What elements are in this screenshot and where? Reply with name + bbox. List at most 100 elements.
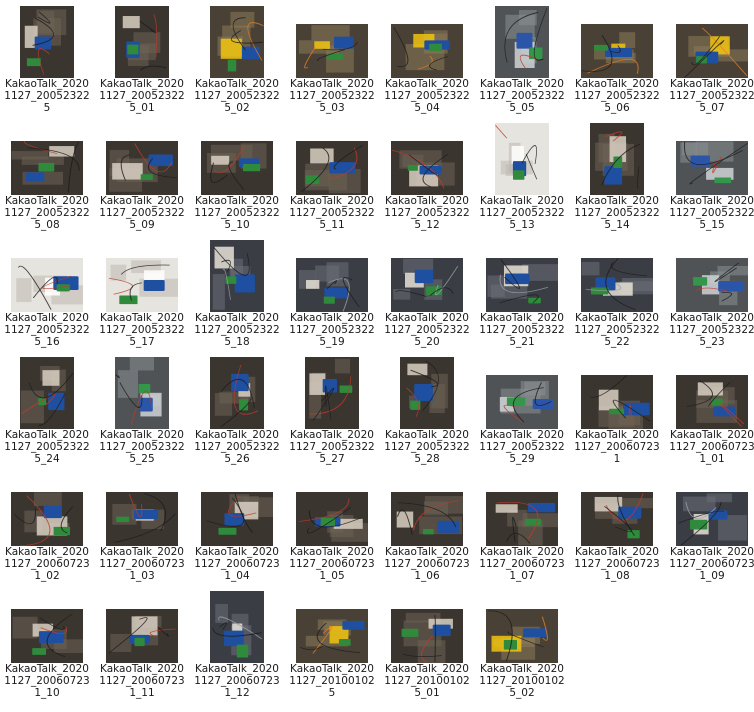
file-item[interactable]: KakaoTalk_2020 1127_20052322 5_02 [192, 0, 282, 116]
file-item[interactable]: KakaoTalk_2020 1127_20052322 5_19 [287, 234, 377, 350]
image-thumbnail[interactable] [11, 492, 83, 546]
file-item[interactable]: KakaoTalk_2020 1127_20060723 1_09 [667, 468, 754, 584]
image-thumbnail[interactable] [115, 357, 169, 429]
image-thumbnail[interactable] [210, 357, 264, 429]
image-thumbnail[interactable] [20, 6, 74, 78]
file-item[interactable]: KakaoTalk_2020 1127_20052322 5_03 [287, 0, 377, 116]
image-thumbnail[interactable] [296, 258, 368, 312]
file-item[interactable]: KakaoTalk_2020 1127_20100102 5 [287, 585, 377, 701]
image-thumbnail[interactable] [676, 258, 748, 312]
file-name-line: 1127_20060723 [194, 675, 280, 687]
file-item[interactable]: KakaoTalk_2020 1127_20052322 5_05 [477, 0, 567, 116]
file-item[interactable]: KakaoTalk_2020 1127_20060723 1_11 [97, 585, 187, 701]
file-name: KakaoTalk_2020 1127_20052322 5_29 [477, 429, 567, 465]
image-thumbnail[interactable] [106, 492, 178, 546]
file-item[interactable]: KakaoTalk_2020 1127_20060723 1_08 [572, 468, 662, 584]
image-thumbnail[interactable] [676, 141, 748, 195]
file-item[interactable]: KakaoTalk_2020 1127_20052322 5_01 [97, 0, 187, 116]
image-thumbnail[interactable] [590, 123, 644, 195]
file-item[interactable]: KakaoTalk_2020 1127_20052322 5_27 [287, 351, 377, 467]
file-item[interactable]: KakaoTalk_2020 1127_20052322 5_04 [382, 0, 472, 116]
file-name-line: 1 [613, 453, 621, 465]
file-item[interactable]: KakaoTalk_2020 1127_20052322 5_17 [97, 234, 187, 350]
file-item[interactable]: KakaoTalk_2020 1127_20100102 5_02 [477, 585, 567, 701]
image-thumbnail[interactable] [486, 492, 558, 546]
image-thumbnail[interactable] [391, 24, 463, 78]
file-item[interactable]: KakaoTalk_2020 1127_20052322 5 [2, 0, 92, 116]
file-item[interactable]: KakaoTalk_2020 1127_20052322 5_06 [572, 0, 662, 116]
file-name-line: 5_01 [414, 687, 440, 699]
image-thumbnail[interactable] [106, 141, 178, 195]
image-thumbnail[interactable] [676, 492, 748, 546]
file-item[interactable]: KakaoTalk_2020 1127_20052322 5_14 [572, 117, 662, 233]
file-item[interactable]: KakaoTalk_2020 1127_20052322 5_15 [667, 117, 754, 233]
image-thumbnail[interactable] [581, 492, 653, 546]
file-item[interactable]: KakaoTalk_2020 1127_20060723 1_05 [287, 468, 377, 584]
image-thumbnail[interactable] [106, 609, 178, 663]
image-thumbnail[interactable] [495, 123, 549, 195]
image-thumbnail[interactable] [581, 24, 653, 78]
file-item[interactable]: KakaoTalk_2020 1127_20052322 5_28 [382, 351, 472, 467]
file-item[interactable]: KakaoTalk_2020 1127_20052322 5_20 [382, 234, 472, 350]
image-thumbnail[interactable] [210, 6, 264, 78]
file-item[interactable]: KakaoTalk_2020 1127_20052322 5_16 [2, 234, 92, 350]
image-thumbnail[interactable] [296, 609, 368, 663]
file-item[interactable]: KakaoTalk_2020 1127_20060723 1_03 [97, 468, 187, 584]
file-item[interactable]: KakaoTalk_2020 1127_20060723 1_06 [382, 468, 472, 584]
file-item[interactable]: KakaoTalk_2020 1127_20100102 5_01 [382, 585, 472, 701]
image-thumbnail[interactable] [11, 609, 83, 663]
file-item[interactable]: KakaoTalk_2020 1127_20052322 5_26 [192, 351, 282, 467]
image-thumbnail[interactable] [20, 357, 74, 429]
image-thumbnail[interactable] [391, 492, 463, 546]
image-thumbnail[interactable] [486, 258, 558, 312]
file-item[interactable]: KakaoTalk_2020 1127_20052322 5_29 [477, 351, 567, 467]
file-item[interactable]: KakaoTalk_2020 1127_20060723 1_12 [192, 585, 282, 701]
image-thumbnail[interactable] [201, 492, 273, 546]
file-item[interactable]: KakaoTalk_2020 1127_20060723 1_01 [667, 351, 754, 467]
image-thumbnail[interactable] [676, 24, 748, 78]
image-thumbnail[interactable] [11, 141, 83, 195]
file-item[interactable]: KakaoTalk_2020 1127_20052322 5_21 [477, 234, 567, 350]
image-thumbnail[interactable] [391, 141, 463, 195]
file-item[interactable]: KakaoTalk_2020 1127_20052322 5_25 [97, 351, 187, 467]
image-thumbnail[interactable] [115, 6, 169, 78]
image-thumbnail[interactable] [296, 141, 368, 195]
image-thumbnail[interactable] [486, 375, 558, 429]
file-item[interactable]: KakaoTalk_2020 1127_20052322 5_13 [477, 117, 567, 233]
image-thumbnail[interactable] [305, 357, 359, 429]
image-thumbnail[interactable] [296, 24, 368, 78]
file-item[interactable]: KakaoTalk_2020 1127_20060723 1_04 [192, 468, 282, 584]
file-item[interactable]: KakaoTalk_2020 1127_20060723 1_10 [2, 585, 92, 701]
image-thumbnail[interactable] [581, 375, 653, 429]
file-item[interactable]: KakaoTalk_2020 1127_20052322 5_11 [287, 117, 377, 233]
image-thumbnail[interactable] [391, 258, 463, 312]
image-thumbnail[interactable] [11, 258, 83, 312]
file-name-line: 1127_20060723 [574, 558, 660, 570]
image-thumbnail[interactable] [486, 609, 558, 663]
file-item[interactable]: KakaoTalk_2020 1127_20052322 5_12 [382, 117, 472, 233]
file-item[interactable]: KakaoTalk_2020 1127_20052322 5_09 [97, 117, 187, 233]
file-item[interactable]: KakaoTalk_2020 1127_20052322 5_07 [667, 0, 754, 116]
image-thumbnail[interactable] [210, 240, 264, 312]
file-item[interactable]: KakaoTalk_2020 1127_20052322 5_23 [667, 234, 754, 350]
file-item[interactable]: KakaoTalk_2020 1127_20052322 5_18 [192, 234, 282, 350]
file-item[interactable]: KakaoTalk_2020 1127_20060723 1 [572, 351, 662, 467]
image-thumbnail[interactable] [400, 357, 454, 429]
file-item[interactable]: KakaoTalk_2020 1127_20052322 5_10 [192, 117, 282, 233]
file-name-line: 1127_20060723 [99, 558, 185, 570]
file-name: KakaoTalk_2020 1127_20052322 5_14 [572, 195, 662, 231]
image-thumbnail[interactable] [581, 258, 653, 312]
image-thumbnail[interactable] [210, 591, 264, 663]
image-thumbnail[interactable] [106, 258, 178, 312]
image-thumbnail[interactable] [391, 609, 463, 663]
image-thumbnail[interactable] [495, 6, 549, 78]
file-item[interactable]: KakaoTalk_2020 1127_20052322 5_24 [2, 351, 92, 467]
file-item[interactable]: KakaoTalk_2020 1127_20052322 5_22 [572, 234, 662, 350]
file-item[interactable]: KakaoTalk_2020 1127_20060723 1_07 [477, 468, 567, 584]
image-thumbnail[interactable] [201, 141, 273, 195]
image-thumbnail[interactable] [296, 492, 368, 546]
image-thumbnail[interactable] [676, 375, 748, 429]
file-item[interactable]: KakaoTalk_2020 1127_20060723 1_02 [2, 468, 92, 584]
file-name-line: 5_07 [699, 102, 725, 114]
file-item[interactable]: KakaoTalk_2020 1127_20052322 5_08 [2, 117, 92, 233]
